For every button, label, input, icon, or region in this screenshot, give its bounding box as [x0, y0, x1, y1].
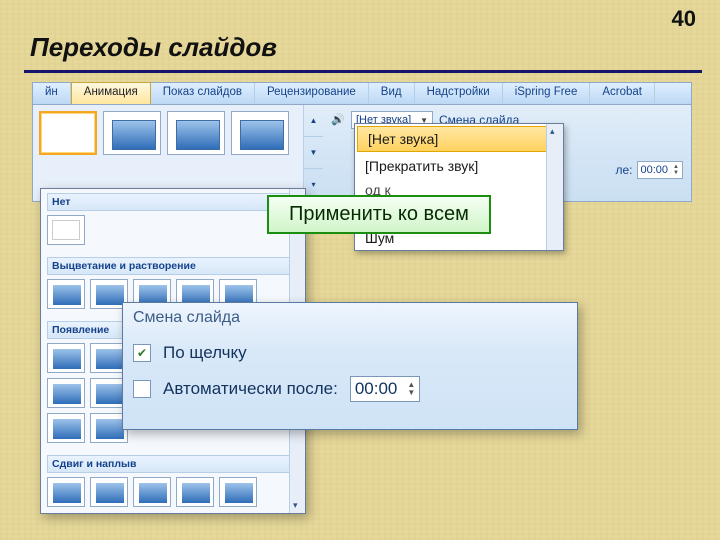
after-time-value: 00:00: [641, 164, 669, 176]
auto-after-label: Автоматически после:: [163, 379, 338, 399]
on-click-checkbox[interactable]: [133, 344, 151, 362]
tab-partial[interactable]: йн: [33, 83, 71, 104]
transition-item[interactable]: [133, 477, 171, 507]
tab-acrobat[interactable]: Acrobat: [590, 83, 655, 104]
auto-after-checkbox[interactable]: [133, 380, 151, 398]
gallery-down-button[interactable]: ▼: [304, 137, 323, 169]
after-time-input[interactable]: 00:00 ▲▼: [637, 161, 683, 179]
tab-animation[interactable]: Анимация: [71, 82, 151, 104]
spinner-icon[interactable]: ▲▼: [407, 381, 415, 397]
slide-title: Переходы слайдов: [30, 32, 277, 63]
advance-popup-title: Смена слайда: [133, 309, 567, 327]
advance-slide-popup: Смена слайда По щелчку Автоматически пос…: [122, 302, 578, 430]
transition-thumb[interactable]: [167, 111, 225, 155]
auto-after-time-value: 00:00: [355, 379, 398, 399]
gallery-up-button[interactable]: ▲: [304, 105, 323, 137]
gallery-group-none: Нет: [47, 193, 299, 211]
sound-icon: 🔊: [331, 113, 345, 127]
transition-item[interactable]: [176, 477, 214, 507]
spinner-icon[interactable]: ▲▼: [673, 164, 679, 176]
ribbon-tabs: йн Анимация Показ слайдов Рецензирование…: [33, 83, 691, 105]
transition-item[interactable]: [47, 477, 85, 507]
title-underline: [24, 70, 702, 73]
tab-review[interactable]: Рецензирование: [255, 83, 369, 104]
slide-number: 40: [672, 6, 696, 32]
transition-thumb[interactable]: [231, 111, 289, 155]
sound-option-none[interactable]: [Нет звука]: [357, 126, 561, 152]
transition-item[interactable]: [47, 378, 85, 408]
gallery-controls: ▲ ▼ ▾: [303, 105, 323, 201]
gallery-group-fade: Выцветание и растворение: [47, 257, 299, 275]
transition-gallery: [33, 105, 303, 201]
transition-item[interactable]: [47, 343, 85, 373]
transition-thumb[interactable]: [103, 111, 161, 155]
transition-item-none[interactable]: [47, 215, 85, 245]
transition-thumb-none[interactable]: [39, 111, 97, 155]
transition-item[interactable]: [219, 477, 257, 507]
gallery-group-push: Сдвиг и наплыв: [47, 455, 299, 473]
transition-item[interactable]: [47, 413, 85, 443]
tab-slideshow[interactable]: Показ слайдов: [151, 83, 255, 104]
apply-to-all-callout: Применить ко всем: [267, 195, 491, 234]
on-click-label: По щелчку: [163, 343, 247, 363]
tab-ispring[interactable]: iSpring Free: [503, 83, 591, 104]
transition-item[interactable]: [47, 279, 85, 309]
transition-item[interactable]: [90, 477, 128, 507]
after-label: ле:: [616, 163, 633, 177]
auto-after-time-input[interactable]: 00:00 ▲▼: [350, 376, 420, 402]
tab-view[interactable]: Вид: [369, 83, 415, 104]
dropdown-scrollbar[interactable]: [546, 124, 563, 250]
sound-option-stop[interactable]: [Прекратить звук]: [355, 154, 563, 178]
tab-addins[interactable]: Надстройки: [415, 83, 503, 104]
